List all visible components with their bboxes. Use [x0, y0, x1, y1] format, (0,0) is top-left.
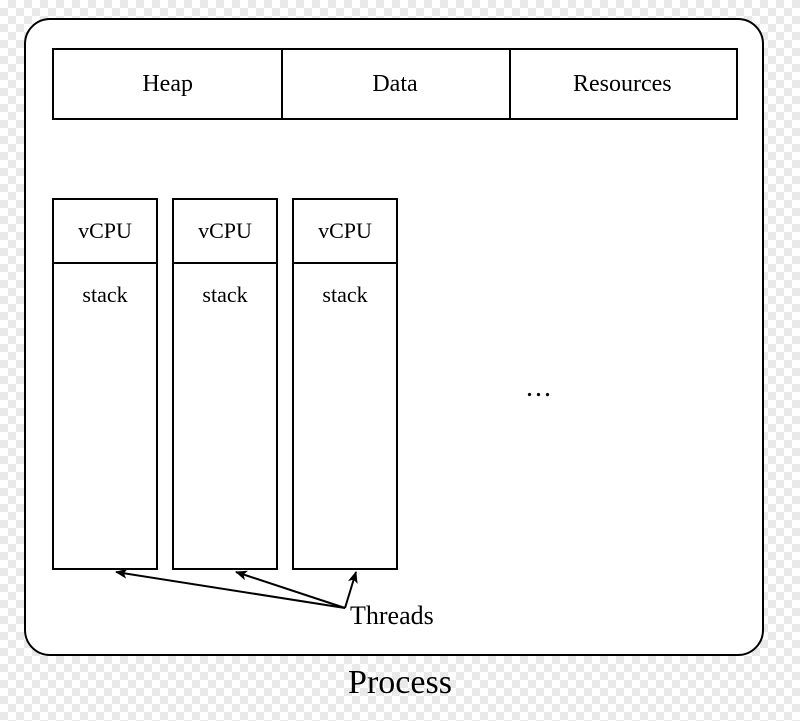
thread-1-stack-cell: stack	[54, 264, 156, 332]
thread-1-stack-label: stack	[82, 282, 127, 308]
thread-1-vcpu-label: vCPU	[78, 218, 132, 244]
thread-box-3: vCPU stack	[292, 198, 398, 570]
thread-2-vcpu-cell: vCPU	[174, 200, 276, 264]
data-label: Data	[372, 71, 417, 98]
thread-2-stack-label: stack	[202, 282, 247, 308]
thread-2-stack-cell: stack	[174, 264, 276, 332]
threads-ellipsis: ...	[526, 372, 553, 404]
heap-label: Heap	[142, 71, 193, 98]
shared-segments-row: Heap Data Resources	[52, 48, 738, 120]
thread-1-vcpu-cell: vCPU	[54, 200, 156, 264]
thread-3-vcpu-label: vCPU	[318, 218, 372, 244]
thread-2-vcpu-label: vCPU	[198, 218, 252, 244]
thread-box-2: vCPU stack	[172, 198, 278, 570]
resources-label: Resources	[573, 71, 672, 98]
threads-label: Threads	[350, 601, 434, 631]
diagram-canvas: Heap Data Resources vCPU stack vCPU stac…	[0, 0, 800, 721]
thread-3-stack-label: stack	[322, 282, 367, 308]
process-label: Process	[0, 664, 800, 702]
thread-3-stack-cell: stack	[294, 264, 396, 332]
heap-cell: Heap	[54, 50, 281, 118]
thread-3-vcpu-cell: vCPU	[294, 200, 396, 264]
thread-box-1: vCPU stack	[52, 198, 158, 570]
data-cell: Data	[281, 50, 508, 118]
resources-cell: Resources	[509, 50, 736, 118]
